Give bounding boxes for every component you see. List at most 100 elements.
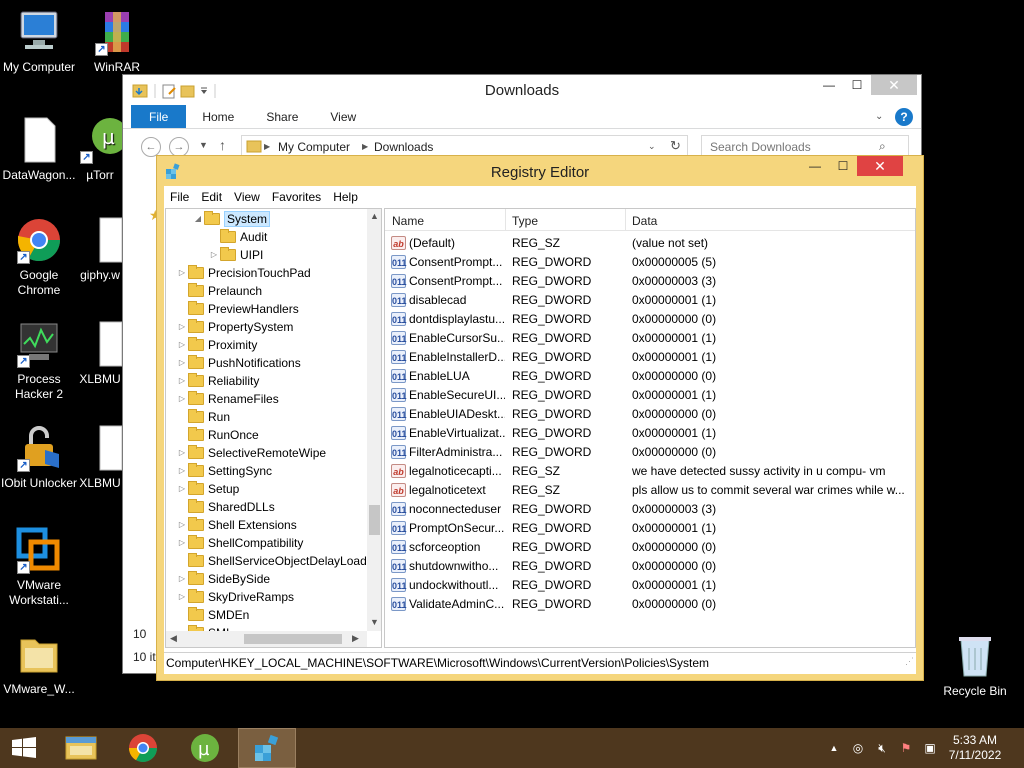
table-row[interactable]: ab legalnoticetext REG_SZ pls allow us to c… [385, 481, 915, 500]
scroll-thumb[interactable] [244, 634, 342, 644]
desktop-icon-winrar[interactable]: ↗ WinRAR [78, 8, 156, 75]
desktop-icon-vmware-folder[interactable]: VMware_W... [0, 630, 78, 697]
show-hidden-icons-chevron-icon[interactable]: ▲ [826, 740, 842, 756]
action-center-alert-icon[interactable]: ⚑ [898, 740, 914, 756]
expand-arrow-icon[interactable]: ▷ [176, 264, 188, 282]
taskbar-registry-editor[interactable] [238, 728, 296, 768]
tree-node[interactable]: ▷ RenameFiles [176, 390, 279, 408]
address-dropdown-chevron-icon[interactable]: ⌄ [648, 141, 656, 152]
minimize-button[interactable]: — [801, 156, 829, 176]
desktop-icon-datawagon[interactable]: DataWagon... [0, 116, 78, 183]
tree-node[interactable]: ▷ ShellCompatibility [176, 534, 303, 552]
table-row[interactable]: 011 EnableInstallerD... REG_DWORD 0x0000000… [385, 348, 915, 367]
table-row[interactable]: 011 EnableVirtualizat... REG_DWORD 0x000000… [385, 424, 915, 443]
desktop-icon-iobit-unlocker[interactable]: ↗ IObit Unlocker [0, 424, 78, 491]
tree-node[interactable]: ▷ Proximity [176, 336, 257, 354]
table-row[interactable]: 011 EnableLUA REG_DWORD 0x00000000 (0) [385, 367, 915, 386]
tree-node[interactable]: SMDEn [176, 606, 249, 624]
back-button[interactable]: ← [141, 137, 161, 157]
address-bar[interactable]: ▶ My Computer ▶ Downloads ⌄ ↻ [241, 135, 688, 157]
up-arrow-icon[interactable]: ↑ [219, 137, 226, 153]
tree-node[interactable]: Prelaunch [176, 282, 262, 300]
menu-favorites[interactable]: Favorites [266, 186, 327, 208]
maximize-button[interactable]: ☐ [843, 75, 871, 95]
tree-node[interactable]: ◢ System [192, 210, 271, 228]
help-icon[interactable]: ? [895, 108, 913, 126]
expand-arrow-icon[interactable]: ▷ [176, 570, 188, 588]
scroll-thumb[interactable] [369, 505, 380, 535]
registry-values-list[interactable]: Name Type Data ab (Default) REG_SZ (value n… [384, 208, 916, 648]
scroll-up-icon[interactable]: ▲ [370, 211, 379, 221]
expand-arrow-icon[interactable]: ▷ [176, 390, 188, 408]
minimize-button[interactable]: — [815, 75, 843, 95]
expand-arrow-icon[interactable]: ▷ [176, 516, 188, 534]
registry-key-tree[interactable]: SMISMDEn▷SkyDriveRamps▷SideBySideShellSe… [165, 208, 382, 648]
menu-edit[interactable]: Edit [195, 186, 228, 208]
tree-node[interactable]: ▷ Setup [176, 480, 239, 498]
menu-view[interactable]: View [228, 186, 266, 208]
desktop-icon-my-computer[interactable]: My Computer [0, 8, 78, 75]
expand-arrow-icon[interactable]: ▷ [176, 318, 188, 336]
tree-node[interactable]: ▷ Reliability [176, 372, 259, 390]
breadcrumb-my-computer[interactable]: My Computer [278, 140, 350, 154]
refresh-icon[interactable]: ↻ [670, 138, 681, 154]
expand-arrow-icon[interactable]: ▷ [176, 588, 188, 606]
table-row[interactable]: 011 undockwithoutl... REG_DWORD 0x00000001 … [385, 576, 915, 595]
column-header-type[interactable]: Type [512, 214, 538, 228]
expand-arrow-icon[interactable]: ▷ [176, 336, 188, 354]
expand-arrow-icon[interactable]: ▷ [176, 444, 188, 462]
system-clock[interactable]: 5:33 AM 7/11/2022 [940, 733, 1010, 763]
tree-node[interactable]: ▷ SkyDriveRamps [176, 588, 294, 606]
tree-vertical-scrollbar[interactable]: ▲ ▼ [367, 209, 381, 631]
table-row[interactable]: 011 noconnecteduser REG_DWORD 0x00000003 (3… [385, 500, 915, 519]
close-button[interactable]: ✕ [857, 156, 903, 176]
taskbar-utorrent[interactable]: µ [176, 728, 234, 768]
regedit-titlebar[interactable]: Registry Editor — ☐ ✕ [157, 156, 923, 186]
table-row[interactable]: 011 EnableCursorSu... REG_DWORD 0x00000001 … [385, 329, 915, 348]
table-row[interactable]: 011 PromptOnSecur... REG_DWORD 0x00000001 (… [385, 519, 915, 538]
expand-arrow-icon[interactable]: ▷ [176, 462, 188, 480]
tree-node[interactable]: ▷ SettingSync [176, 462, 272, 480]
desktop-icon-xlbmu-1[interactable]: XLBMU [78, 320, 122, 387]
tab-share[interactable]: Share [250, 105, 314, 128]
desktop-icon-utorrent[interactable]: µ ↗ µTorr [78, 116, 122, 183]
table-row[interactable]: 011 EnableSecureUI... REG_DWORD 0x00000001 … [385, 386, 915, 405]
table-row[interactable]: ab (Default) REG_SZ (value not set) [385, 234, 915, 253]
scroll-right-icon[interactable]: ▶ [352, 633, 359, 644]
breadcrumb-downloads[interactable]: Downloads [374, 140, 433, 154]
tab-view[interactable]: View [314, 105, 372, 128]
tree-node[interactable]: ShellServiceObjectDelayLoad [176, 552, 367, 570]
desktop-icon-process-hacker[interactable]: ↗ Process Hacker 2 [0, 320, 78, 402]
table-row[interactable]: 011 FilterAdministra... REG_DWORD 0x0000000… [385, 443, 915, 462]
recent-locations-chevron-icon[interactable]: ▼ [199, 140, 208, 150]
maximize-button[interactable]: ☐ [829, 156, 857, 176]
tree-node[interactable]: ▷ UIPI [208, 246, 263, 264]
table-row[interactable]: 011 ConsentPrompt... REG_DWORD 0x00000003 (… [385, 272, 915, 291]
resize-grip-icon[interactable]: ⋰ [905, 656, 914, 667]
taskbar-google-chrome[interactable] [114, 728, 172, 768]
table-row[interactable]: 011 disablecad REG_DWORD 0x00000001 (1) [385, 291, 915, 310]
tab-home[interactable]: Home [186, 105, 250, 128]
menu-file[interactable]: File [164, 186, 195, 208]
registry-editor-window[interactable]: Registry Editor — ☐ ✕ File Edit View Fav… [156, 155, 924, 681]
tree-node[interactable]: Audit [208, 228, 267, 246]
menu-help[interactable]: Help [327, 186, 364, 208]
expand-arrow-icon[interactable]: ▷ [176, 534, 188, 552]
expand-arrow-icon[interactable]: ▷ [208, 246, 220, 264]
table-row[interactable]: 011 dontdisplaylastu... REG_DWORD 0x0000000… [385, 310, 915, 329]
scroll-left-icon[interactable]: ◀ [170, 633, 177, 644]
search-input[interactable]: Search Downloads [701, 135, 909, 157]
tree-node[interactable]: ▷ SideBySide [176, 570, 270, 588]
table-row[interactable]: ab legalnoticecapti... REG_SZ we have detec… [385, 462, 915, 481]
column-header-name[interactable]: Name [392, 214, 424, 228]
desktop-icon-vmware-workstation[interactable]: ↗ VMware Workstati... [0, 526, 78, 608]
desktop-icon-giphy[interactable]: giphy.w [78, 216, 122, 283]
start-button[interactable] [8, 736, 40, 760]
taskbar-file-explorer[interactable] [52, 728, 110, 768]
tree-node[interactable]: ▷ PushNotifications [176, 354, 301, 372]
tree-node[interactable]: ▷ PrecisionTouchPad [176, 264, 311, 282]
tray-app-icon[interactable]: ◎ [850, 740, 866, 756]
tree-horizontal-scrollbar[interactable]: ◀ ▶ [166, 631, 367, 647]
tree-node[interactable]: SharedDLLs [176, 498, 275, 516]
table-row[interactable]: 011 EnableUIADeskt... REG_DWORD 0x00000000 … [385, 405, 915, 424]
